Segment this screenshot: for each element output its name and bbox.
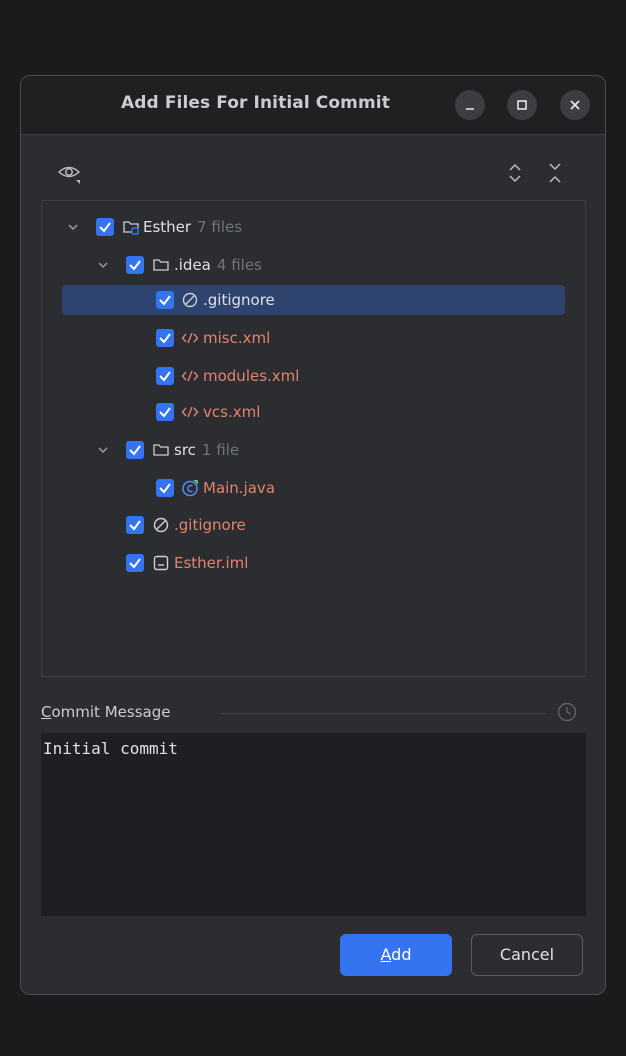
chevron-down-icon[interactable]: [95, 257, 111, 273]
commit-label-mnemonic: C: [41, 703, 52, 721]
ignored-file-icon: [152, 516, 170, 534]
cancel-button[interactable]: Cancel: [471, 934, 583, 976]
tree-label-esther: Esther: [143, 218, 192, 236]
title-bar: Add Files For Initial Commit: [21, 76, 605, 135]
history-icon[interactable]: [556, 701, 578, 723]
ignored-file-icon: [181, 291, 199, 309]
checkbox-idea-gitignore[interactable]: [156, 291, 174, 309]
file-tree: Esther 7 files .idea 4 files .gitignore …: [41, 200, 586, 677]
collapse-all-icon[interactable]: [542, 160, 568, 186]
file-count-src: 1 file: [201, 441, 240, 459]
tree-row-misc[interactable]: misc.xml: [42, 323, 585, 353]
java-class-icon: [181, 479, 199, 497]
checkbox-main[interactable]: [156, 479, 174, 497]
maximize-icon: [517, 100, 527, 110]
tree-label-root-gitignore: .gitignore: [174, 516, 246, 534]
eye-icon[interactable]: [56, 160, 82, 186]
tree-row-modules[interactable]: modules.xml: [42, 361, 585, 391]
tree-label-misc: misc.xml: [203, 329, 271, 347]
selection-highlight: [62, 285, 565, 315]
folder-icon: [152, 256, 170, 274]
tree-label-src: src: [174, 441, 196, 459]
minimize-icon: [466, 108, 474, 110]
xml-file-icon: [181, 329, 199, 347]
tree-row-root-gitignore[interactable]: .gitignore: [42, 510, 585, 540]
checkbox-src[interactable]: [126, 441, 144, 459]
folder-icon: [152, 441, 170, 459]
tree-row-src[interactable]: src 1 file: [42, 435, 585, 465]
section-divider: [221, 713, 546, 714]
add-mnemonic: A: [380, 945, 392, 964]
checkbox-esther[interactable]: [96, 218, 114, 236]
checkbox-iml[interactable]: [126, 554, 144, 572]
tree-label-idea-gitignore: .gitignore: [203, 291, 275, 309]
tree-row-esther[interactable]: Esther 7 files: [42, 212, 585, 242]
tree-row-idea-gitignore[interactable]: .gitignore: [42, 285, 585, 315]
tree-label-main: Main.java: [203, 479, 276, 497]
add-label-rest: dd: [391, 945, 412, 964]
tree-row-main[interactable]: Main.java: [42, 473, 585, 503]
chevron-down-icon[interactable]: [65, 219, 81, 235]
xml-file-icon: [181, 403, 199, 421]
maximize-button[interactable]: [507, 90, 537, 120]
minimize-button[interactable]: [455, 90, 485, 120]
commit-label-rest: ommit Message: [51, 703, 171, 721]
checkbox-idea[interactable]: [126, 256, 144, 274]
tree-label-modules: modules.xml: [203, 367, 300, 385]
module-folder-icon: [122, 218, 140, 236]
close-icon: [570, 100, 580, 110]
close-button[interactable]: [560, 90, 590, 120]
checkbox-vcs[interactable]: [156, 403, 174, 421]
checkbox-modules[interactable]: [156, 367, 174, 385]
dialog-title: Add Files For Initial Commit: [121, 93, 390, 113]
add-button[interactable]: Add: [340, 934, 452, 976]
add-files-dialog: Add Files For Initial Commit Esther 7 fi…: [20, 75, 606, 995]
tree-label-iml: Esther.iml: [174, 554, 249, 572]
chevron-down-icon[interactable]: [95, 442, 111, 458]
checkbox-misc[interactable]: [156, 329, 174, 347]
module-file-icon: [152, 554, 170, 572]
file-count-esther: 7 files: [197, 218, 243, 236]
tree-label-idea: .idea: [174, 256, 211, 274]
file-count-idea: 4 files: [216, 256, 262, 274]
tree-row-vcs[interactable]: vcs.xml: [42, 397, 585, 427]
commit-message-label: Commit Message: [41, 703, 170, 721]
expand-all-icon[interactable]: [502, 160, 528, 186]
commit-message-input[interactable]: Initial commit: [41, 733, 586, 916]
tree-row-idea[interactable]: .idea 4 files: [42, 250, 585, 280]
checkbox-root-gitignore[interactable]: [126, 516, 144, 534]
xml-file-icon: [181, 367, 199, 385]
tree-label-vcs: vcs.xml: [203, 403, 261, 421]
tree-row-iml[interactable]: Esther.iml: [42, 548, 585, 578]
